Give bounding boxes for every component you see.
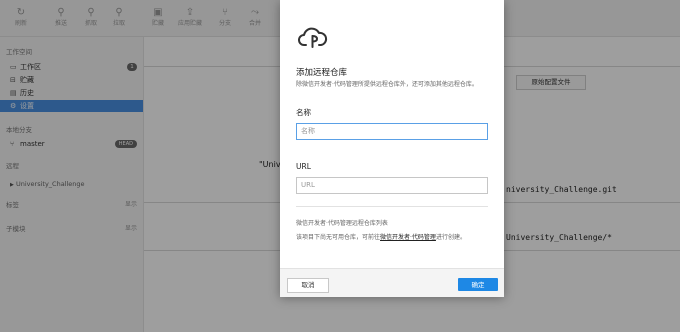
code-management-link[interactable]: 微信开发者·代码管理 <box>380 234 436 241</box>
url-label: URL <box>296 162 311 171</box>
remote-list-heading: 微信开发者·代码管理远程仓库列表 <box>296 220 388 227</box>
cloud-upload-icon <box>298 27 328 48</box>
cancel-button[interactable]: 取消 <box>287 278 329 293</box>
dialog-description: 除微信开发者·代码管理所提供远程仓库外，还可添加其他远程仓库。 <box>296 81 478 88</box>
empty-repo-note: 该项目下尚无可用仓库，可前往微信开发者·代码管理进行创建。 <box>296 234 466 241</box>
confirm-button[interactable]: 确定 <box>458 278 498 291</box>
dialog-title: 添加远程仓库 <box>296 68 348 78</box>
add-remote-dialog: 添加远程仓库 除微信开发者·代码管理所提供远程仓库外，还可添加其他远程仓库。 名… <box>280 0 504 297</box>
url-input[interactable]: URL <box>296 177 488 194</box>
name-input[interactable]: 名称 <box>296 123 488 140</box>
name-label: 名称 <box>296 108 311 117</box>
divider <box>296 206 488 207</box>
dialog-footer: 取消 确定 <box>280 268 504 297</box>
